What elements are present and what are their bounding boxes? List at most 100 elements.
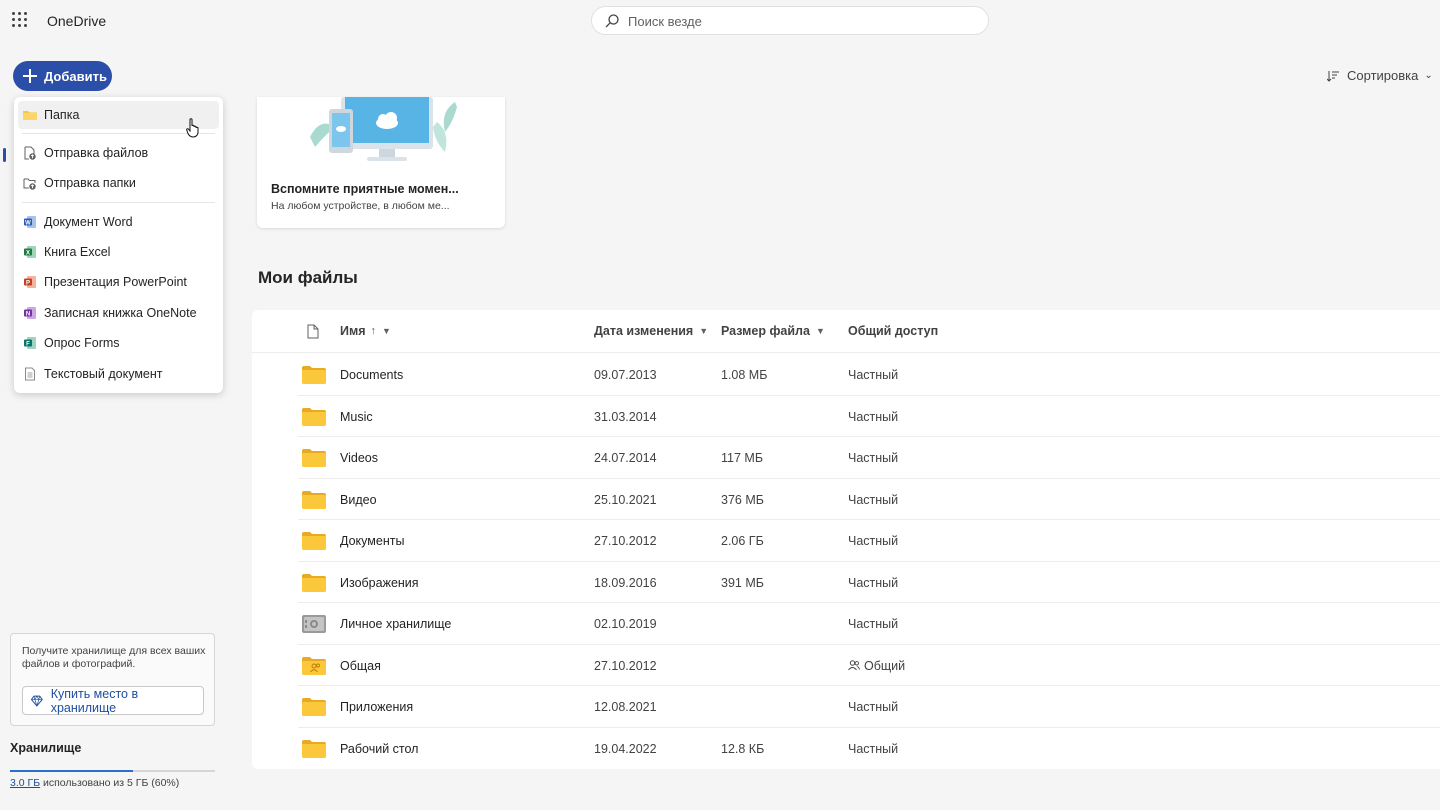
sharing-label: Частный (848, 409, 899, 424)
modified-date: 27.10.2012 (594, 658, 657, 673)
table-row[interactable]: Music 31.03.2014 Частный (298, 396, 1440, 437)
column-header-sharing[interactable]: Общий доступ (848, 324, 938, 338)
file-name[interactable]: Общая (340, 659, 381, 673)
storage-used-rest: использовано из 5 ГБ (60%) (40, 777, 180, 789)
modified-date: 02.10.2019 (594, 617, 657, 631)
folder-icon (23, 111, 37, 120)
text-document-icon (25, 367, 35, 381)
app-launcher-icon[interactable] (12, 12, 28, 28)
table-row[interactable]: Личное хранилище 02.10.2019 Частный (298, 603, 1440, 645)
sharing-status: Частный (848, 410, 898, 424)
file-size: 391 МБ (721, 575, 764, 590)
sharing-label: Частный (848, 575, 899, 590)
menu-item-onenote[interactable]: N Записная книжка OneNote (18, 299, 219, 327)
folder-icon (302, 698, 326, 716)
file-size: 12.8 КБ (721, 741, 765, 756)
sharing-status: Частный (848, 368, 898, 382)
column-size-label: Размер файла (721, 324, 810, 338)
buy-storage-button[interactable]: Купить место в хранилище (22, 686, 204, 715)
storage-used-link[interactable]: 3.0 ГБ (10, 777, 40, 789)
top-bar: OneDrive (0, 0, 1440, 42)
sharing-label: Частный (848, 700, 899, 714)
table-row[interactable]: Рабочий стол 19.04.2022 12.8 КБ Частный (298, 728, 1440, 770)
svg-text:P: P (26, 280, 30, 286)
file-name[interactable]: Documents (340, 368, 403, 382)
column-sharing-label: Общий доступ (848, 324, 939, 338)
file-name[interactable]: Видео (340, 493, 377, 507)
sharing-status: Частный (848, 700, 898, 714)
people-icon (848, 660, 860, 671)
word-icon: W (24, 216, 36, 228)
file-name[interactable]: Изображения (340, 576, 419, 590)
table-row[interactable]: Документы 27.10.2012 2.06 ГБ Частный (298, 520, 1440, 562)
modified-date: 09.07.2013 (594, 368, 657, 382)
file-name[interactable]: Документы (340, 534, 404, 548)
add-new-button[interactable]: Добавить (13, 61, 112, 91)
nav-selection-indicator (3, 148, 6, 162)
menu-item-excel[interactable]: X Книга Excel (18, 238, 219, 266)
menu-item-forms[interactable]: F Опрос Forms (18, 329, 219, 357)
file-name[interactable]: Личное хранилище (340, 617, 451, 631)
menu-item-label: Записная книжка OneNote (44, 306, 197, 320)
storage-usage-text: 3.0 ГБ использовано из 5 ГБ (60%) (10, 777, 179, 789)
search-input[interactable] (628, 12, 968, 30)
powerpoint-icon: P (24, 276, 36, 288)
folder-icon (302, 490, 326, 509)
sort-ascending-icon: ↑ (370, 325, 377, 337)
files-table: Имя ↑ ▼ Дата изменения ▼ Размер файла ▼ … (252, 310, 1440, 769)
memories-title: Вспомните приятные момен... (271, 182, 459, 196)
modified-date: 25.10.2021 (594, 492, 657, 507)
table-row[interactable]: Videos 24.07.2014 117 МБ Частный (298, 437, 1440, 479)
modified-date: 27.10.2012 (594, 534, 657, 548)
folder-icon (302, 407, 326, 426)
folder-upload-icon (23, 178, 36, 190)
menu-item-powerpoint[interactable]: P Презентация PowerPoint (18, 268, 219, 296)
modified-date: 31.03.2014 (594, 409, 657, 424)
file-name[interactable]: Videos (340, 451, 378, 465)
table-row[interactable]: Documents 09.07.2013 1.08 МБ Частный (298, 354, 1440, 396)
sort-label: Сортировка (1347, 68, 1419, 83)
menu-item-label: Папка (44, 108, 80, 122)
chevron-down-icon: ▼ (815, 326, 825, 336)
sharing-status: Частный (848, 742, 898, 756)
plus-icon (23, 69, 37, 83)
file-size: 2.06 ГБ (721, 534, 764, 548)
column-header-modified[interactable]: Дата изменения ▼ (594, 324, 708, 338)
folder-icon (302, 739, 326, 758)
app-title[interactable]: OneDrive (47, 13, 106, 29)
sharing-label: Частный (848, 534, 899, 548)
menu-item-upload-folder[interactable]: Отправка папки (18, 169, 219, 197)
shared-folder-icon (302, 656, 326, 675)
storage-promo-card: Получите хранилище для всех ваших файлов… (10, 633, 215, 726)
menu-item-label: Отправка папки (44, 176, 136, 190)
sharing-label: Частный (848, 741, 899, 756)
file-name[interactable]: Рабочий стол (340, 742, 418, 756)
table-row[interactable]: Изображения 18.09.2016 391 МБ Частный (298, 562, 1440, 603)
table-row[interactable]: Видео 25.10.2021 376 МБ Частный (298, 479, 1440, 520)
menu-item-word[interactable]: W Документ Word (18, 208, 219, 236)
folder-icon (302, 573, 326, 592)
table-row[interactable]: Общая 27.10.2012 Общий (298, 645, 1440, 686)
column-header-size[interactable]: Размер файла ▼ (721, 324, 825, 338)
file-type-icon[interactable] (307, 324, 319, 339)
file-name[interactable]: Music (340, 410, 373, 424)
table-row[interactable]: Приложения 12.08.2021 Частный (298, 686, 1440, 728)
search-box[interactable] (591, 6, 989, 35)
memories-card[interactable]: Вспомните приятные момен... На любом уст… (257, 97, 505, 228)
sort-button[interactable]: Сортировка ⌄ (1326, 68, 1433, 83)
column-header-name[interactable]: Имя ↑ ▼ (340, 324, 391, 338)
menu-item-text-document[interactable]: Текстовый документ (18, 360, 219, 388)
sharing-status: Частный (848, 451, 898, 465)
sharing-label: Частный (848, 492, 899, 507)
hand-cursor-icon (186, 118, 199, 138)
storage-usage-bar (10, 770, 215, 772)
onenote-icon: N (24, 307, 36, 319)
table-header: Имя ↑ ▼ Дата изменения ▼ Размер файла ▼ … (252, 310, 1440, 353)
column-name-label: Имя (340, 324, 366, 338)
sharing-status: Частный (848, 534, 898, 548)
sharing-status: Частный (848, 493, 898, 507)
menu-item-upload-files[interactable]: Отправка файлов (18, 139, 219, 167)
chevron-down-icon: ⌄ (1424, 70, 1433, 81)
storage-heading: Хранилище (10, 741, 82, 755)
file-name[interactable]: Приложения (340, 700, 413, 714)
